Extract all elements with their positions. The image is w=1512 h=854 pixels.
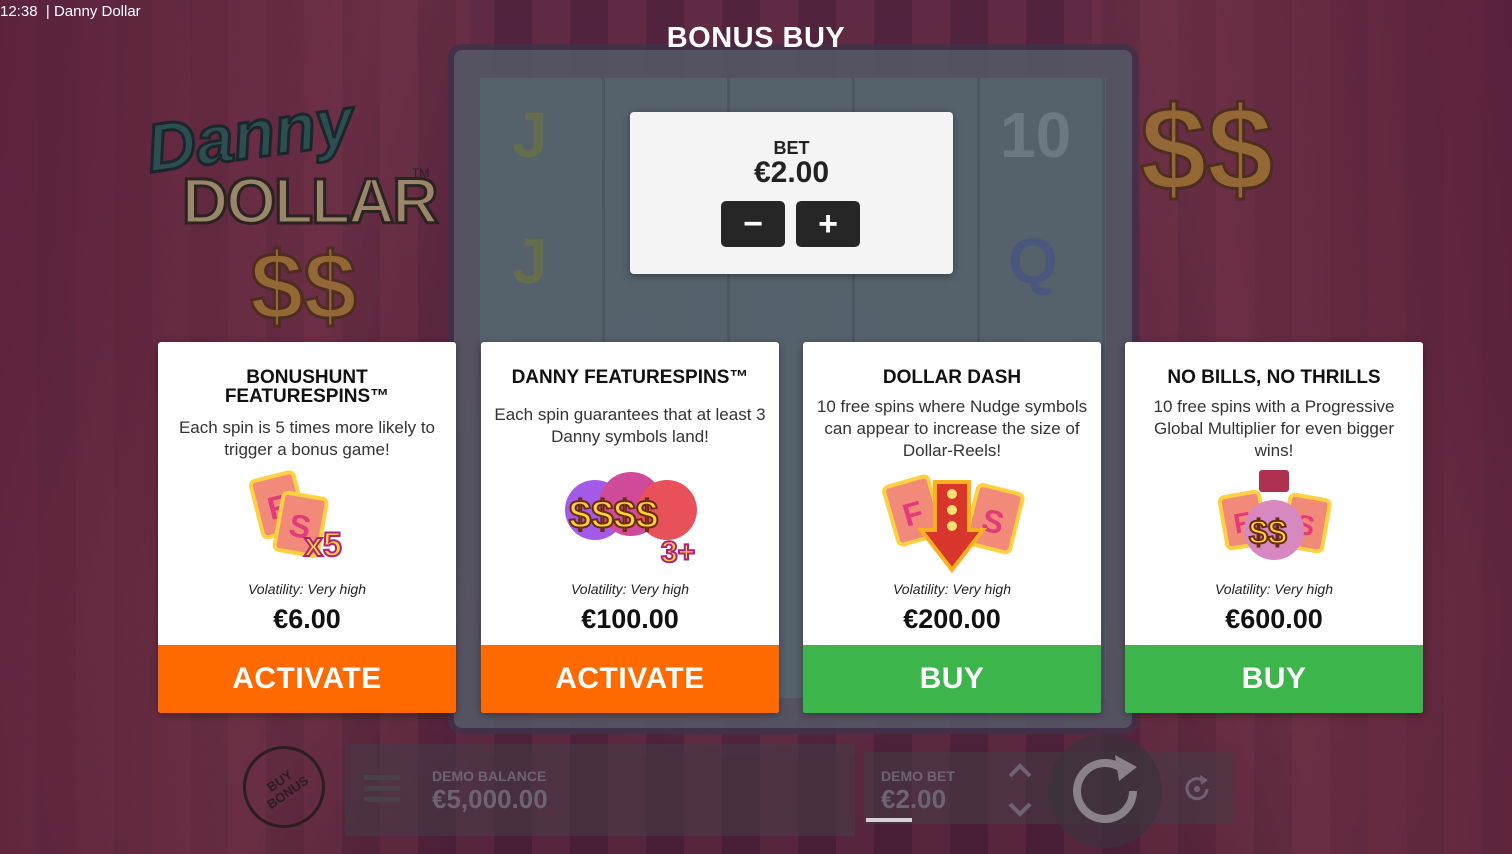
- bet-value: €2.00: [753, 156, 830, 189]
- bet-value: €2.00: [881, 784, 947, 814]
- svg-text:$$$$: $$$$: [569, 493, 658, 537]
- bet-label: DEMO BET: [881, 768, 955, 784]
- card-price: €100.00: [581, 604, 679, 634]
- spin-arrow-icon: [1073, 755, 1137, 823]
- hamburger-icon[interactable]: [364, 775, 400, 803]
- balance-value: €5,000.00: [432, 784, 548, 814]
- buy-button[interactable]: BUY: [803, 645, 1101, 713]
- card-illustration: F S $$: [1125, 470, 1423, 580]
- bonus-card-dollar-dash: DOLLAR DASH 10 free spins where Nudge sy…: [803, 342, 1101, 713]
- card-illustration: $$$$ 3+: [481, 470, 779, 580]
- card-price: €6.00: [273, 604, 341, 634]
- card-description: Each spin is 5 times more likely to trig…: [178, 418, 436, 459]
- modal-title: BONUS BUY: [666, 22, 846, 54]
- card-volatility: Volatility: Very high: [892, 581, 1011, 597]
- balance-bar: [345, 744, 855, 836]
- autoplay-icon[interactable]: [1180, 772, 1214, 806]
- status-separator: |: [45, 3, 50, 20]
- card-description: 10 free spins where Nudge symbols can ap…: [816, 397, 1088, 460]
- bonus-card-bonushunt: BONUSHUNT FEATURESPINS™ Each spin is 5 t…: [158, 342, 456, 713]
- buy-bonus-label: BUY BONUS: [264, 766, 312, 812]
- card-description: 10 free spins with a Progressive Global …: [1153, 397, 1395, 460]
- minus-icon: −: [743, 204, 763, 243]
- card-title: NO BILLS, NO THRILLS: [1167, 367, 1381, 388]
- buy-button[interactable]: BUY: [1125, 645, 1423, 713]
- game-name: Danny Dollar: [53, 3, 141, 20]
- clock: 12:38: [0, 3, 38, 20]
- bet-indicator: [866, 818, 912, 822]
- bonus-card-no-bills-no-thrills: NO BILLS, NO THRILLS 10 free spins with …: [1125, 342, 1423, 713]
- card-illustration: F S: [803, 470, 1101, 580]
- card-volatility: Volatility: Very high: [1214, 581, 1333, 597]
- activate-button[interactable]: ACTIVATE: [158, 645, 456, 713]
- card-title: DANNY FEATURESPINS™: [511, 367, 749, 388]
- multiplier-badge: x5: [304, 526, 342, 564]
- card-price: €200.00: [903, 604, 1001, 634]
- card-volatility: Volatility: Very high: [570, 581, 689, 597]
- activate-button[interactable]: ACTIVATE: [481, 645, 779, 713]
- bet-panel: BET €2.00 − +: [630, 112, 953, 274]
- svg-text:$$: $$: [1249, 514, 1287, 552]
- count-badge: 3+: [661, 536, 695, 569]
- balance-label: DEMO BALANCE: [432, 768, 547, 784]
- plus-icon: +: [818, 204, 838, 243]
- card-title: BONUSHUNT FEATURESPINS™: [224, 367, 390, 407]
- card-price: €600.00: [1225, 604, 1323, 634]
- card-volatility: Volatility: Very high: [247, 581, 366, 597]
- spin-button[interactable]: [1048, 734, 1162, 848]
- status-line: 12:38 | Danny Dollar: [0, 3, 141, 20]
- card-title: DOLLAR DASH: [882, 367, 1022, 388]
- bet-increase-button[interactable]: +: [796, 201, 860, 247]
- card-description: Each spin guarantees that at least 3 Dan…: [494, 405, 766, 446]
- card-illustration: F S x5: [158, 470, 456, 580]
- bet-decrease-button[interactable]: −: [721, 201, 785, 247]
- bonus-card-danny-featurespins: DANNY FEATURESPINS™ Each spin guarantees…: [481, 342, 779, 713]
- chevron-up-down-icon[interactable]: [1006, 760, 1034, 820]
